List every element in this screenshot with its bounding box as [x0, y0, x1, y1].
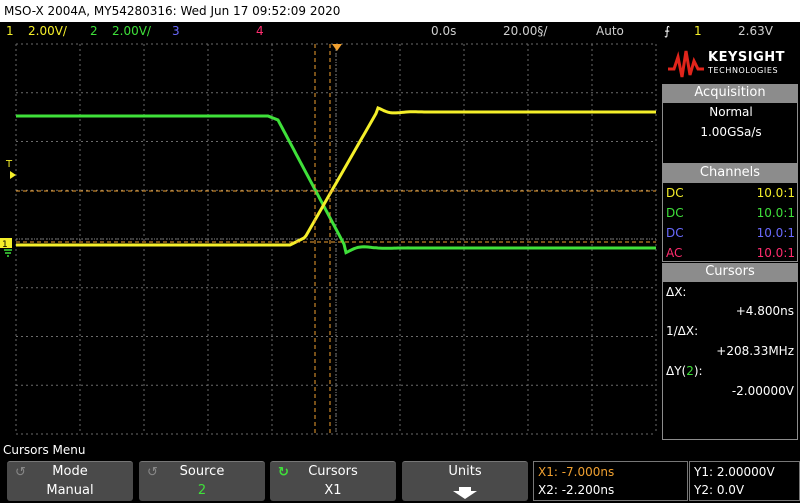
delta-x-value: +4.800ns	[735, 304, 794, 318]
ch4-number[interactable]: 4	[256, 22, 264, 40]
channel-probe: 10.0:1	[756, 186, 795, 200]
menu-title: Cursors Menu	[3, 443, 86, 457]
softkey-value: X1	[324, 483, 342, 498]
ch2-scale[interactable]: 2.00V/	[112, 22, 151, 40]
softkey-value: 2	[197, 483, 207, 498]
softkey-units[interactable]: Units	[402, 461, 528, 501]
softkey-cursors[interactable]: ↻ Cursors X1	[270, 461, 396, 501]
channel-coupling: DC	[666, 206, 684, 220]
ch3-number[interactable]: 3	[172, 22, 180, 40]
softkey-source[interactable]: ↺ Source 2	[139, 461, 265, 501]
ch1-scale[interactable]: 2.00V/	[28, 22, 67, 40]
status-bar: 1 2.00V/ 2 2.00V/ 3 4 0.0s 20.00§/ Auto …	[0, 22, 800, 40]
channel-row-3[interactable]: DC 10.0:1	[663, 223, 797, 243]
channel-coupling: DC	[666, 226, 684, 240]
channels-box: DC 10.0:1 DC 10.0:1 DC 10.0:1 AC 10.0:1	[662, 182, 798, 262]
softkey-title: Units	[448, 464, 482, 479]
right-info-panel: KEYSIGHT TECHNOLOGIES Acquisition Normal…	[660, 40, 800, 440]
channel-coupling: AC	[666, 246, 683, 260]
softkey-title: Mode	[52, 464, 88, 479]
ch2-number[interactable]: 2	[90, 22, 98, 40]
horizontal-delay[interactable]: 0.0s	[431, 22, 456, 40]
channels-header[interactable]: Channels	[662, 164, 798, 182]
y1-readout: Y1: 2.00000V	[694, 465, 775, 479]
keysight-logo: KEYSIGHT TECHNOLOGIES	[664, 46, 796, 82]
trigger-level[interactable]: 2.63V	[738, 22, 773, 40]
trigger-level-label: T	[5, 159, 13, 170]
y2-readout: Y2: 0.0V	[694, 483, 745, 497]
softkey-value: Manual	[46, 483, 94, 498]
channel-coupling: DC	[666, 186, 684, 200]
logo-subtitle: TECHNOLOGIES	[708, 66, 779, 75]
channel-row-4[interactable]: AC 10.0:1	[663, 243, 797, 263]
window-title: MSO-X 2004A, MY54280316: Wed Jun 17 09:5…	[0, 0, 800, 22]
x1-readout: X1: -7.000ns	[538, 465, 615, 479]
x-cursor-readout: X1: -7.000ns X2: -2.200ns	[533, 461, 688, 501]
keysight-wave-icon	[668, 50, 704, 78]
softkey-title: Cursors	[308, 464, 358, 479]
trigger-source[interactable]: 1	[694, 22, 702, 40]
channel-probe: 10.0:1	[756, 246, 795, 260]
cursors-box: ΔX: +4.800ns 1/ΔX: +208.33MHz ΔY(2): -2.…	[662, 281, 798, 440]
softkey-mode[interactable]: ↺ Mode Manual	[7, 461, 133, 501]
softkey-title: Source	[179, 464, 225, 479]
inverse-delta-x-label: 1/ΔX:	[666, 324, 699, 338]
acquisition-header[interactable]: Acquisition	[662, 84, 798, 102]
y-cursor-readout: Y1: 2.00000V Y2: 0.0V	[689, 461, 800, 501]
submenu-arrow-down-icon	[453, 487, 477, 499]
inverse-delta-x-value: +208.33MHz	[716, 344, 794, 358]
ground-marker-label: 1	[2, 240, 8, 250]
delta-y-label: ΔY(2):	[666, 364, 703, 378]
logo-name: KEYSIGHT	[708, 50, 785, 65]
timebase-scale[interactable]: 20.00§/	[503, 22, 547, 40]
acquisition-mode: Normal	[709, 105, 753, 119]
acquisition-box: Normal 1.00GSa/s	[662, 102, 798, 164]
delta-y-value: -2.00000V	[731, 384, 794, 398]
trigger-mode[interactable]: Auto	[596, 22, 624, 40]
delta-x-label: ΔX:	[666, 285, 687, 299]
channel-row-1[interactable]: DC 10.0:1	[663, 183, 797, 203]
ch1-number[interactable]: 1	[6, 22, 14, 40]
x2-readout: X2: -2.200ns	[538, 483, 615, 497]
channel-row-2[interactable]: DC 10.0:1	[663, 203, 797, 223]
channel-probe: 10.0:1	[756, 206, 795, 220]
cursors-header[interactable]: Cursors	[662, 263, 798, 281]
rising-edge-icon: ⨍	[664, 24, 671, 38]
waveform-display[interactable]: T1	[0, 40, 660, 440]
channel-probe: 10.0:1	[756, 226, 795, 240]
sample-rate: 1.00GSa/s	[700, 125, 762, 139]
